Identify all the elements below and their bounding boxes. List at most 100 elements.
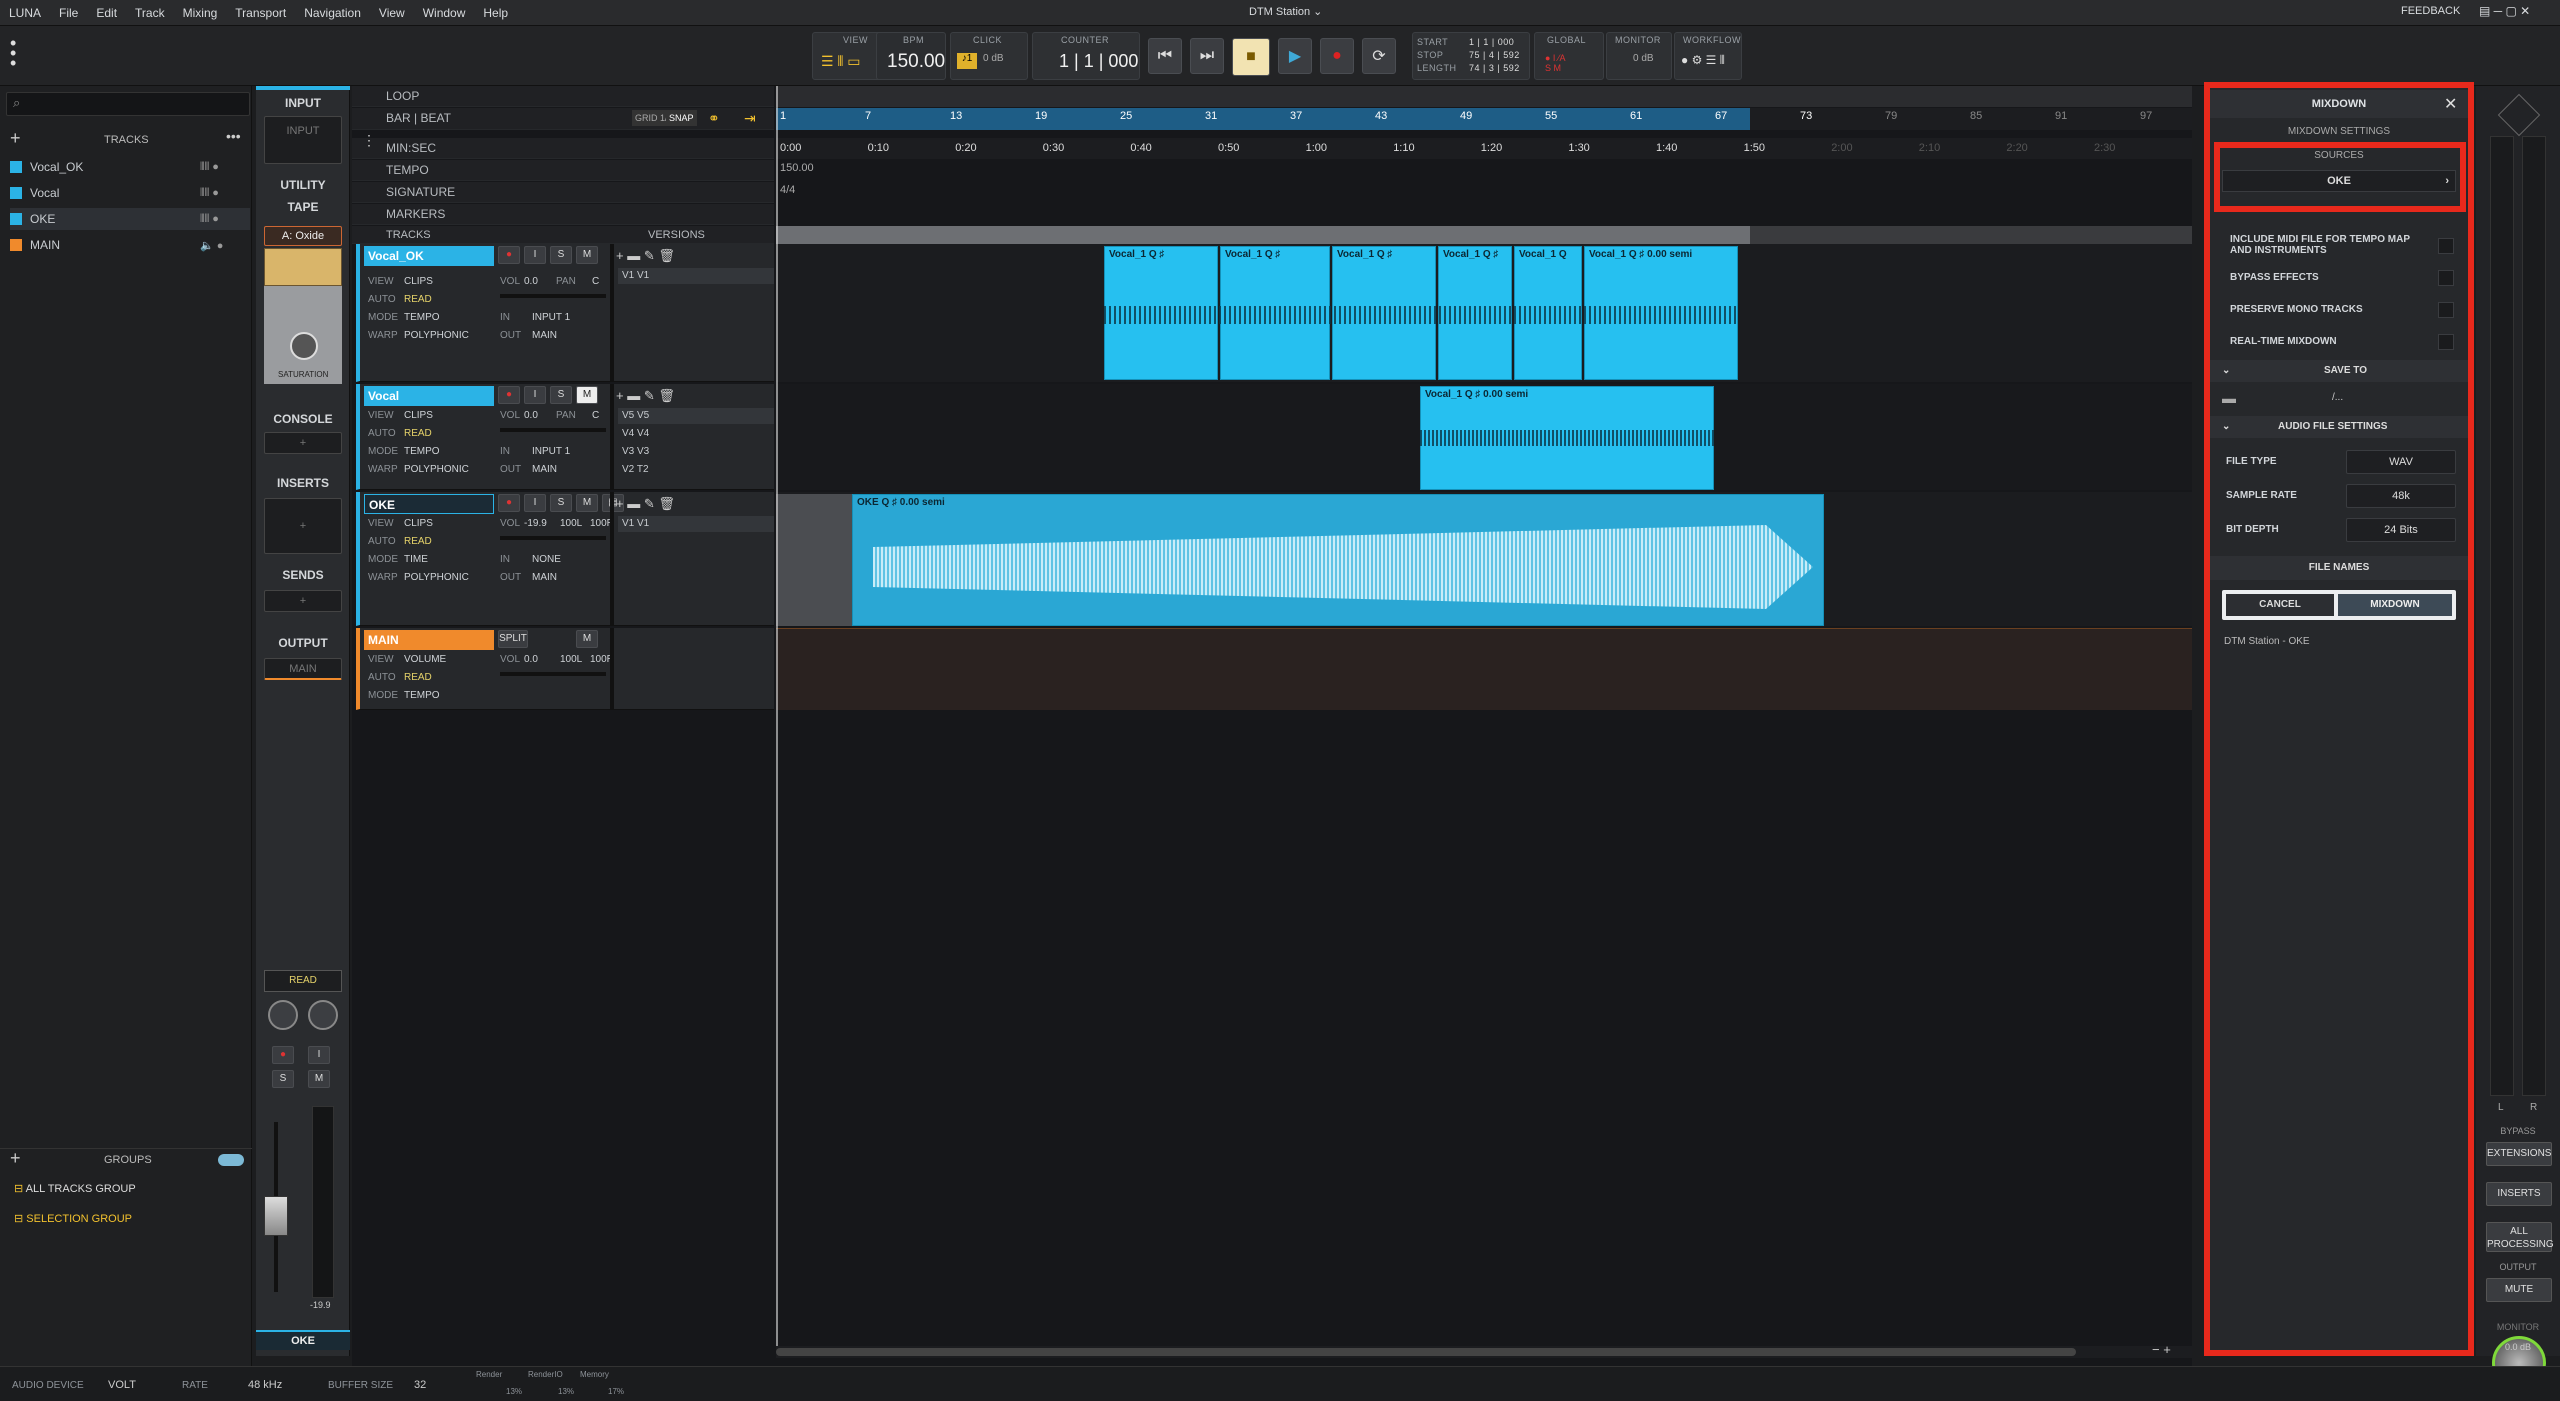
audio-settings-section[interactable]: ⌄ AUDIO FILE SETTINGS	[2208, 416, 2470, 438]
volume-slider[interactable]	[500, 536, 606, 540]
output-select[interactable]: MAIN	[532, 330, 557, 341]
volume-slider[interactable]	[500, 672, 606, 676]
mode-select[interactable]: TEMPO	[404, 690, 440, 701]
stop-button[interactable]: ■	[1232, 38, 1270, 76]
view-select[interactable]: CLIPS	[404, 518, 433, 529]
signature-value[interactable]: 4/4	[780, 184, 795, 196]
volume-slider[interactable]	[500, 294, 606, 298]
menu-track[interactable]: Track	[126, 6, 174, 20]
pan-value[interactable]: C	[592, 410, 599, 421]
follow-icon[interactable]: ⇥	[744, 108, 756, 129]
input-select[interactable]: NONE	[532, 554, 561, 565]
track-list-item[interactable]: Vocal ⫴⫴ ●	[10, 182, 250, 204]
rate-value[interactable]: 48 kHz	[248, 1379, 282, 1391]
pan-left-value[interactable]: 100L	[560, 518, 582, 529]
counter-value[interactable]: 1 | 1 | 000	[1059, 51, 1138, 72]
input-select[interactable]: INPUT 1	[532, 446, 570, 457]
input-monitor-button[interactable]: I	[524, 246, 546, 264]
more-icon[interactable]: •••	[10, 34, 18, 74]
group-all-tracks[interactable]: ⊟ ALL TRACKS GROUP	[14, 1182, 136, 1195]
preserve-mono-checkbox[interactable]	[2438, 302, 2454, 318]
rewind-button[interactable]: ⏮	[1148, 38, 1182, 74]
volume-value[interactable]: -19.9	[524, 518, 547, 529]
menu-navigation[interactable]: Navigation	[295, 6, 370, 20]
menu-window[interactable]: Window	[414, 6, 475, 20]
bypass-effects-checkbox[interactable]	[2438, 270, 2454, 286]
audio-device-select[interactable]: VOLT	[108, 1379, 136, 1391]
file-type-select[interactable]: WAV	[2346, 450, 2456, 474]
source-select[interactable]: OKE ›	[2222, 170, 2456, 192]
bit-depth-select[interactable]: 24 Bits	[2346, 518, 2456, 542]
track-name[interactable]: Vocal	[364, 386, 494, 406]
close-icon[interactable]: ✕	[2444, 94, 2457, 114]
sample-rate-select[interactable]: 48k	[2346, 484, 2456, 508]
volume-value[interactable]: 0.0	[524, 276, 538, 287]
tempo-lane-label[interactable]: TEMPO	[352, 160, 774, 181]
mode-select[interactable]: TEMPO	[404, 446, 440, 457]
scroll-thumb[interactable]	[776, 1348, 2076, 1356]
output-select[interactable]: MAIN	[532, 572, 557, 583]
groups-toggle[interactable]	[218, 1154, 244, 1166]
version-item[interactable]: V3 V3	[618, 446, 649, 457]
solo-button[interactable]: S	[550, 386, 572, 404]
version-item[interactable]: V5 V5	[618, 408, 774, 424]
track-header-vocal-ok[interactable]: Vocal_OK ● I S M VIEW CLIPS AUTO READ MODE…	[356, 244, 774, 382]
version-tools-icons[interactable]: + ▬ ✎ 🗑	[616, 248, 675, 264]
input-monitor-button[interactable]: I	[524, 494, 546, 512]
search-input[interactable]: ⌕	[6, 92, 250, 116]
start-value[interactable]: 1 | 1 | 000	[1469, 37, 1514, 47]
warp-select[interactable]: POLYPHONIC	[404, 572, 469, 583]
zoom-controls[interactable]: − +	[2152, 1342, 2171, 1357]
play-button[interactable]: ▶	[1278, 38, 1312, 74]
volume-fader[interactable]	[264, 1196, 288, 1236]
global-indicators[interactable]: ● I ⁄A S M	[1545, 53, 1565, 73]
automation-read-select[interactable]: READ	[264, 970, 342, 992]
solo-button[interactable]: S	[550, 494, 572, 512]
save-to-section[interactable]: ⌄ SAVE TO	[2208, 360, 2470, 382]
input-monitor-button[interactable]: I	[308, 1046, 330, 1064]
view-select[interactable]: CLIPS	[404, 410, 433, 421]
more-icon[interactable]: •••	[226, 128, 241, 144]
mute-button[interactable]: M	[576, 630, 598, 648]
volume-slider[interactable]	[500, 428, 606, 432]
buffer-size-select[interactable]: 32	[414, 1379, 426, 1391]
audio-clip-oke[interactable]: OKE Q ♯ 0.00 semi	[852, 494, 1824, 626]
menu-edit[interactable]: Edit	[87, 6, 126, 20]
more-icon[interactable]: ⋮	[362, 132, 376, 149]
overview-range[interactable]	[776, 226, 1750, 244]
track-header-main[interactable]: MAIN SPLIT M VIEW VOLUME AUTO READ MODE TEM…	[356, 628, 774, 710]
record-arm-button[interactable]: ●	[272, 1046, 294, 1064]
send-knob[interactable]	[268, 1000, 298, 1030]
mode-select[interactable]: TEMPO	[404, 312, 440, 323]
realtime-checkbox[interactable]	[2438, 334, 2454, 350]
version-tools-icons[interactable]: + ▬ ✎ 🗑	[616, 496, 675, 512]
add-group-icon[interactable]: +	[10, 1148, 21, 1169]
auto-select[interactable]: READ	[404, 536, 432, 547]
record-button[interactable]: ●	[1320, 38, 1354, 74]
console-slot[interactable]: +	[264, 432, 342, 454]
markers-lane-label[interactable]: MARKERS	[352, 204, 774, 225]
mute-button[interactable]: M	[576, 494, 598, 512]
version-item[interactable]: V4 V4	[618, 428, 649, 439]
window-controls[interactable]: ▤ ─ ▢ ✕	[2470, 4, 2539, 18]
output-mute-button[interactable]: MUTE	[2486, 1278, 2552, 1302]
track-header-oke[interactable]: OKE ● I S M ▤ VIEWCLIPS AUTOREAD MODETIM…	[356, 492, 774, 626]
menu-transport[interactable]: Transport	[226, 6, 295, 20]
bypass-all-button[interactable]: ALL PROCESSING	[2486, 1222, 2554, 1252]
click-level[interactable]: 0 dB	[983, 53, 1004, 64]
forward-button[interactable]: ⏭	[1190, 38, 1224, 74]
volume-value[interactable]: 0.0	[524, 410, 538, 421]
output-slot[interactable]: MAIN	[264, 658, 342, 680]
menu-view[interactable]: View	[370, 6, 414, 20]
app-menu[interactable]: LUNA	[0, 6, 50, 20]
saturation-knob[interactable]	[290, 332, 318, 360]
mixdown-button[interactable]: MIXDOWN	[2338, 594, 2452, 616]
stop-value[interactable]: 75 | 4 | 592	[1469, 50, 1520, 60]
playhead[interactable]	[776, 86, 778, 1346]
length-value[interactable]: 74 | 3 | 592	[1469, 63, 1520, 73]
group-selection[interactable]: ⊟ SELECTION GROUP	[14, 1212, 132, 1225]
track-name[interactable]: OKE	[364, 494, 494, 514]
solo-button[interactable]: S	[550, 246, 572, 264]
split-button[interactable]: SPLIT	[498, 630, 528, 648]
version-item[interactable]: V1 V1	[618, 516, 774, 532]
